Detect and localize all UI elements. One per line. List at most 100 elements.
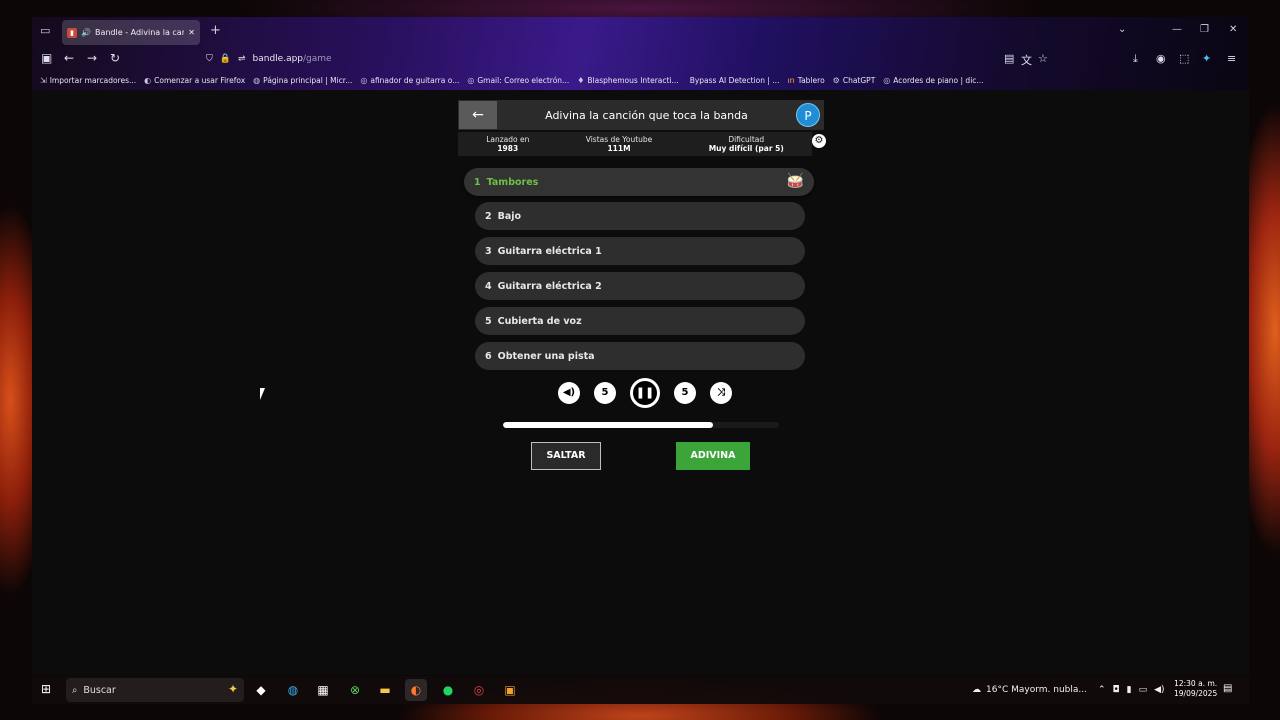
tab-list-icon[interactable]: ▭ [40, 24, 50, 37]
extension-icon[interactable]: ✦ [1202, 52, 1211, 65]
globe-icon: ◎ [883, 76, 891, 85]
account-icon[interactable]: ◉ [1156, 52, 1166, 65]
bandle-game: ← Adivina la canción que toca la banda P… [458, 100, 826, 490]
forward-5-icon[interactable]: 5 [674, 382, 696, 404]
pause-icon[interactable]: ❚❚ [630, 378, 660, 408]
tab-title: Bandle - Adivina la canción [94, 28, 185, 37]
playback-progress-bar[interactable] [503, 422, 779, 428]
track-item-hint[interactable]: 6 Obtener una pista [475, 342, 805, 370]
stat-difficulty: Dificultad Muy difícil (par 5) [708, 134, 784, 153]
bookmark-item[interactable]: ⚙ ChatGPT [833, 76, 876, 85]
browser-window: ▭ ▮ 🔊 Bandle - Adivina la canción ✕ + ⌄ … [32, 17, 1249, 675]
close-tab-icon[interactable]: ✕ [188, 28, 195, 37]
stat-views: Vistas de Youtube 111M [585, 134, 653, 153]
page-content: ← Adivina la canción que toca la banda P… [32, 90, 1249, 675]
spotify-icon[interactable]: ● [437, 679, 459, 701]
search-icon: ⌕ [72, 684, 78, 696]
bookmarks-bar: ⇲ Importar marcadores... ◐ Comenzar a usar… [32, 72, 1249, 89]
url-bar[interactable]: ⛉ 🔒 ⇌ bandle.app/game [200, 50, 1062, 68]
bookmark-item[interactable]: ◍ Página principal | Micr... [253, 76, 352, 85]
skip-button[interactable]: SALTAR [531, 442, 601, 470]
shield-icon[interactable]: ⛉ [206, 54, 213, 64]
clock[interactable]: 12:30 a. m. 19/09/2025 [1174, 679, 1217, 699]
copilot-icon[interactable]: ◆ [250, 679, 272, 701]
notification-icon[interactable]: ▤ [1223, 683, 1232, 694]
lock-icon[interactable]: 🔒 [220, 54, 231, 64]
tab-bar: ▭ ▮ 🔊 Bandle - Adivina la canción ✕ + ⌄ … [32, 17, 1249, 47]
clock-time: 12:30 a. m. [1174, 679, 1218, 688]
tab-bandle[interactable]: ▮ 🔊 Bandle - Adivina la canción ✕ [62, 20, 200, 45]
forward-arrow-icon[interactable]: → [87, 51, 97, 65]
track-item-guitar-2[interactable]: 4 Guitarra eléctrica 2 [475, 272, 805, 300]
extensions-icon[interactable]: ⬚ [1179, 52, 1189, 65]
avatar[interactable]: P [796, 103, 820, 127]
windows-start-icon[interactable]: ⊞ [41, 682, 51, 696]
shuffle-off-icon[interactable]: ⤨ [710, 382, 732, 404]
edge-icon[interactable]: ◍ [282, 679, 304, 701]
progress-fill [503, 422, 713, 428]
volume-icon[interactable]: ◀) [1154, 685, 1164, 695]
drum-kit-icon: 🥁 [786, 173, 804, 189]
app-icon[interactable]: ▣ [499, 679, 521, 701]
sidebar-icon[interactable]: ▣ [41, 51, 52, 65]
track-item-drums[interactable]: 1 Tambores 🥁 [464, 168, 814, 196]
copilot-sparkle-icon: ✦ [227, 682, 238, 696]
download-icon[interactable]: ⤓ [1133, 52, 1138, 66]
speaker-icon[interactable]: 🔊 [81, 28, 91, 37]
bookmark-item[interactable]: ◎ Acordes de piano | dic... [883, 76, 983, 85]
site-permissions-icon[interactable]: ⇌ [238, 54, 246, 64]
bookmark-item[interactable]: Bypass AI Detection | ... [687, 76, 780, 85]
tablero-icon: ın [787, 76, 795, 85]
edge-icon: ◍ [253, 76, 261, 85]
track-item-guitar-1[interactable]: 3 Guitarra eléctrica 1 [475, 237, 805, 265]
taskbar-search[interactable]: ⌕ Buscar ✦ [66, 678, 244, 702]
game-header: ← Adivina la canción que toca la banda P [458, 100, 824, 130]
clock-date: 19/09/2025 [1174, 689, 1218, 698]
taskbar: ⊞ ⌕ Buscar ✦ ◆ ◍ ▦ ⊗ ▬ ◐ ● ◎ ▣ ☁ 16°C Ma… [32, 676, 1249, 704]
import-icon: ⇲ [40, 76, 47, 85]
firefox-icon[interactable]: ◐ [405, 679, 427, 701]
bookmark-item[interactable]: ⇲ Importar marcadores... [40, 76, 136, 85]
firefox-icon: ◐ [144, 76, 152, 85]
flame-icon: ♦ [577, 76, 585, 85]
restore-icon[interactable]: ❐ [1200, 24, 1209, 35]
close-window-icon[interactable]: ✕ [1229, 24, 1237, 35]
bookmark-item[interactable]: ◎ afinador de guitarra o... [360, 76, 459, 85]
bookmark-item[interactable]: ◎ Gmail: Correo electrón... [467, 76, 569, 85]
reload-icon[interactable]: ↻ [110, 51, 120, 65]
camera-icon[interactable]: ◘ [1113, 685, 1120, 695]
track-item-bass[interactable]: 2 Bajo [475, 202, 805, 230]
back-button[interactable]: ← [459, 101, 497, 129]
reader-view-icon[interactable]: ▤ [1004, 52, 1014, 65]
back-arrow-icon[interactable]: ← [64, 51, 74, 65]
stat-released: Lanzado en 1983 [486, 134, 530, 153]
network-icon[interactable]: ▭ [1139, 685, 1148, 695]
url-path: /game [303, 54, 332, 64]
chatgpt-icon: ⚙ [832, 76, 840, 85]
mouse-cursor-icon [260, 388, 270, 400]
bookmark-item[interactable]: ın Tablero [787, 76, 824, 85]
chevron-up-icon[interactable]: ⌃ [1098, 685, 1106, 695]
new-tab-icon[interactable]: + [210, 23, 221, 38]
store-icon[interactable]: ▦ [312, 679, 334, 701]
cloudy-weather-icon: ☁ [972, 685, 981, 695]
chevron-down-icon[interactable]: ⌄ [1118, 24, 1126, 35]
weather-widget[interactable]: ☁ 16°C Mayorm. nubla... [972, 676, 1087, 704]
menu-icon[interactable]: ≡ [1227, 52, 1236, 65]
volume-icon[interactable]: ◀) [558, 382, 580, 404]
translate-icon[interactable]: 文 [1021, 52, 1032, 68]
bookmark-item[interactable]: ♦ Blasphemous Interacti... [577, 76, 678, 85]
microphone-icon[interactable]: ▮ [1127, 685, 1132, 695]
minimize-icon[interactable]: — [1172, 24, 1182, 35]
app-icon[interactable]: ◎ [468, 679, 490, 701]
track-item-vocals[interactable]: 5 Cubierta de voz [475, 307, 805, 335]
browser-chrome: ▭ ▮ 🔊 Bandle - Adivina la canción ✕ + ⌄ … [32, 17, 1249, 90]
settings-gear-icon[interactable]: ⚙ [812, 134, 826, 148]
page-title: Adivina la canción que toca la banda [545, 108, 748, 122]
guess-button[interactable]: ADIVINA [676, 442, 750, 470]
rewind-5-icon[interactable]: 5 [594, 382, 616, 404]
bookmark-star-icon[interactable]: ☆ [1038, 52, 1048, 65]
bookmark-item[interactable]: ◐ Comenzar a usar Firefox [144, 76, 245, 85]
xbox-icon[interactable]: ⊗ [344, 679, 366, 701]
file-explorer-icon[interactable]: ▬ [374, 679, 396, 701]
